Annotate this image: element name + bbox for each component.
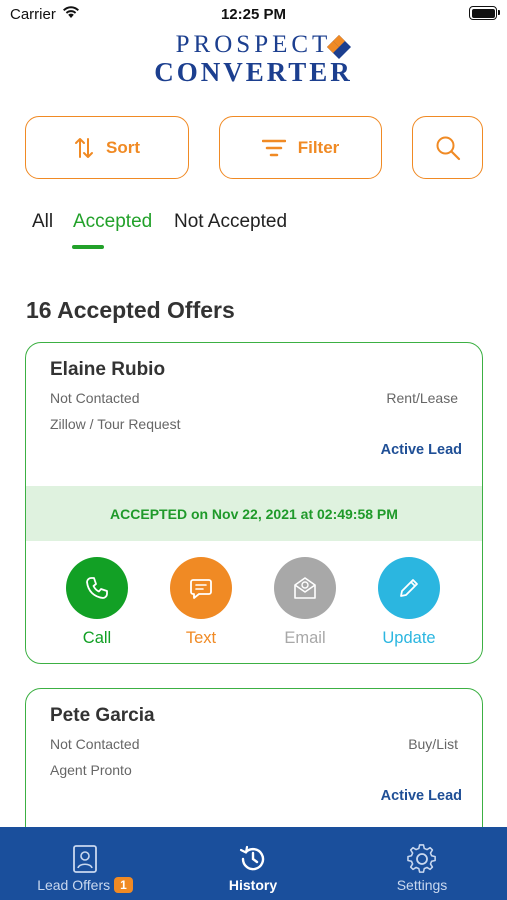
lead-source: Agent Pronto xyxy=(50,762,132,778)
sort-label: Sort xyxy=(106,137,140,157)
logo-diamond-icon xyxy=(327,35,351,59)
status-bar: Carrier 12:25 PM xyxy=(0,0,507,30)
filter-button[interactable]: Filter xyxy=(219,116,382,179)
sort-arrows-icon xyxy=(75,137,93,158)
update-label: Update xyxy=(382,629,436,647)
email-label: Email xyxy=(284,629,326,647)
phone-icon xyxy=(86,577,108,599)
clock: 12:25 PM xyxy=(220,6,287,23)
call-label: Call xyxy=(82,629,112,647)
tab-not-accepted[interactable]: Not Accepted xyxy=(174,211,287,233)
nav-lead-offers[interactable]: Lead Offers 1 xyxy=(20,827,150,900)
lead-status: Active Lead xyxy=(380,788,462,804)
accepted-banner: ACCEPTED on Nov 22, 2021 at 02:49:58 PM xyxy=(26,486,482,541)
logo-line2: CONVERTER xyxy=(154,57,353,87)
action-row: Call Text Email Update xyxy=(26,557,482,657)
message-icon xyxy=(190,579,212,599)
filter-label: Filter xyxy=(297,137,340,157)
tab-active-indicator xyxy=(72,245,104,249)
pencil-icon xyxy=(400,579,418,597)
lead-name: Elaine Rubio xyxy=(50,359,166,380)
lead-name: Pete Garcia xyxy=(50,705,155,726)
contact-status: Not Contacted xyxy=(50,390,140,406)
nav-history-label: History xyxy=(228,877,278,893)
section-title: 16 Accepted Offers xyxy=(26,297,235,323)
lead-type: Buy/List xyxy=(408,736,458,752)
email-button[interactable]: Email xyxy=(265,557,345,648)
lead-status: Active Lead xyxy=(380,442,462,458)
nav-history[interactable]: History xyxy=(193,827,313,900)
nav-lead-offers-label: Lead Offers xyxy=(37,877,111,893)
tab-all[interactable]: All xyxy=(32,211,53,233)
bottom-nav: Lead Offers 1 History Settings xyxy=(0,827,507,900)
gear-icon xyxy=(407,844,436,873)
update-button[interactable]: Update xyxy=(369,557,449,648)
sort-button[interactable]: Sort xyxy=(25,116,189,179)
history-icon xyxy=(239,845,265,871)
search-icon xyxy=(436,136,460,160)
app-logo: PROSPECT CONVERTER xyxy=(0,32,507,88)
email-icon xyxy=(294,577,316,599)
text-label: Text xyxy=(185,629,217,647)
contact-status: Not Contacted xyxy=(50,736,140,752)
lead-source: Zillow / Tour Request xyxy=(50,416,181,432)
search-button[interactable] xyxy=(412,116,483,179)
offer-card[interactable]: Elaine Rubio Not Contacted Rent/Lease Zi… xyxy=(25,342,483,664)
filter-lines-icon xyxy=(261,139,286,156)
lead-offers-badge: 1 xyxy=(114,877,133,893)
call-button[interactable]: Call xyxy=(57,557,137,648)
battery-icon xyxy=(469,6,500,20)
text-button[interactable]: Text xyxy=(161,557,241,648)
accepted-text: ACCEPTED on Nov 22, 2021 at 02:49:58 PM xyxy=(110,505,398,522)
lead-type: Rent/Lease xyxy=(386,390,458,406)
nav-settings[interactable]: Settings xyxy=(362,827,482,900)
logo-line1: PROSPECT xyxy=(175,31,332,58)
tab-accepted[interactable]: Accepted xyxy=(73,211,152,233)
contact-card-icon xyxy=(73,845,97,873)
nav-settings-label: Settings xyxy=(396,877,448,893)
